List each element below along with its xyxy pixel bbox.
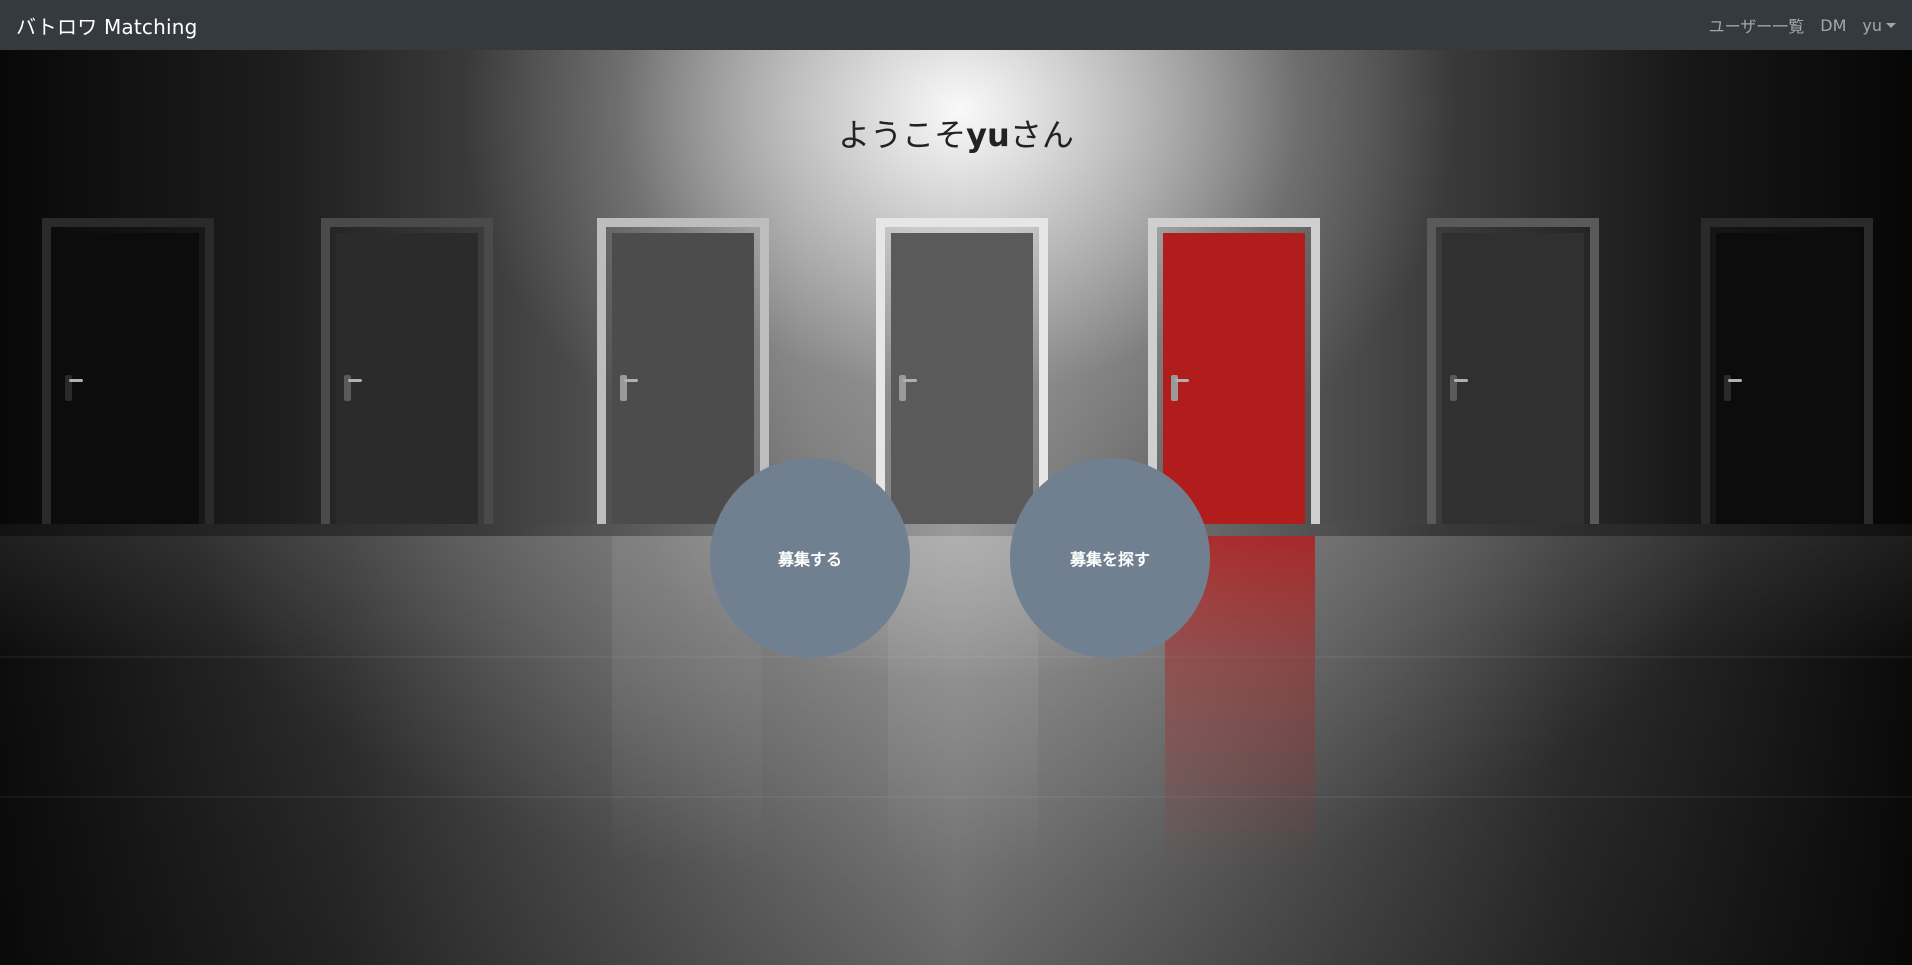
user-menu-label: yu <box>1862 15 1882 35</box>
navbar-links: ユーザー一覧 DM yu <box>1701 5 1896 45</box>
door-4 <box>876 218 1048 536</box>
welcome-heading: ようこそyuさん <box>0 110 1912 156</box>
door-6 <box>1427 218 1599 536</box>
recruit-button[interactable]: 募集する <box>710 458 910 658</box>
nav-dm-link[interactable]: DM <box>1812 8 1854 43</box>
door-2 <box>321 218 493 536</box>
top-navbar: バトロワ Matching ユーザー一覧 DM yu <box>0 0 1912 50</box>
search-recruit-button[interactable]: 募集を探す <box>1010 458 1210 658</box>
door-1 <box>42 218 214 536</box>
welcome-prefix: ようこそ <box>838 116 967 154</box>
baseboard <box>0 524 1912 536</box>
welcome-suffix: さん <box>1009 116 1074 154</box>
hero-background: ようこそyuさん 募集する 募集を探す <box>0 50 1912 965</box>
nav-users-link[interactable]: ユーザー一覧 <box>1701 5 1813 45</box>
door-7 <box>1701 218 1873 536</box>
user-menu-dropdown[interactable]: yu <box>1854 8 1896 43</box>
welcome-username: yu <box>966 116 1010 154</box>
chevron-down-icon <box>1886 22 1896 28</box>
brand-link[interactable]: バトロワ Matching <box>16 11 198 40</box>
